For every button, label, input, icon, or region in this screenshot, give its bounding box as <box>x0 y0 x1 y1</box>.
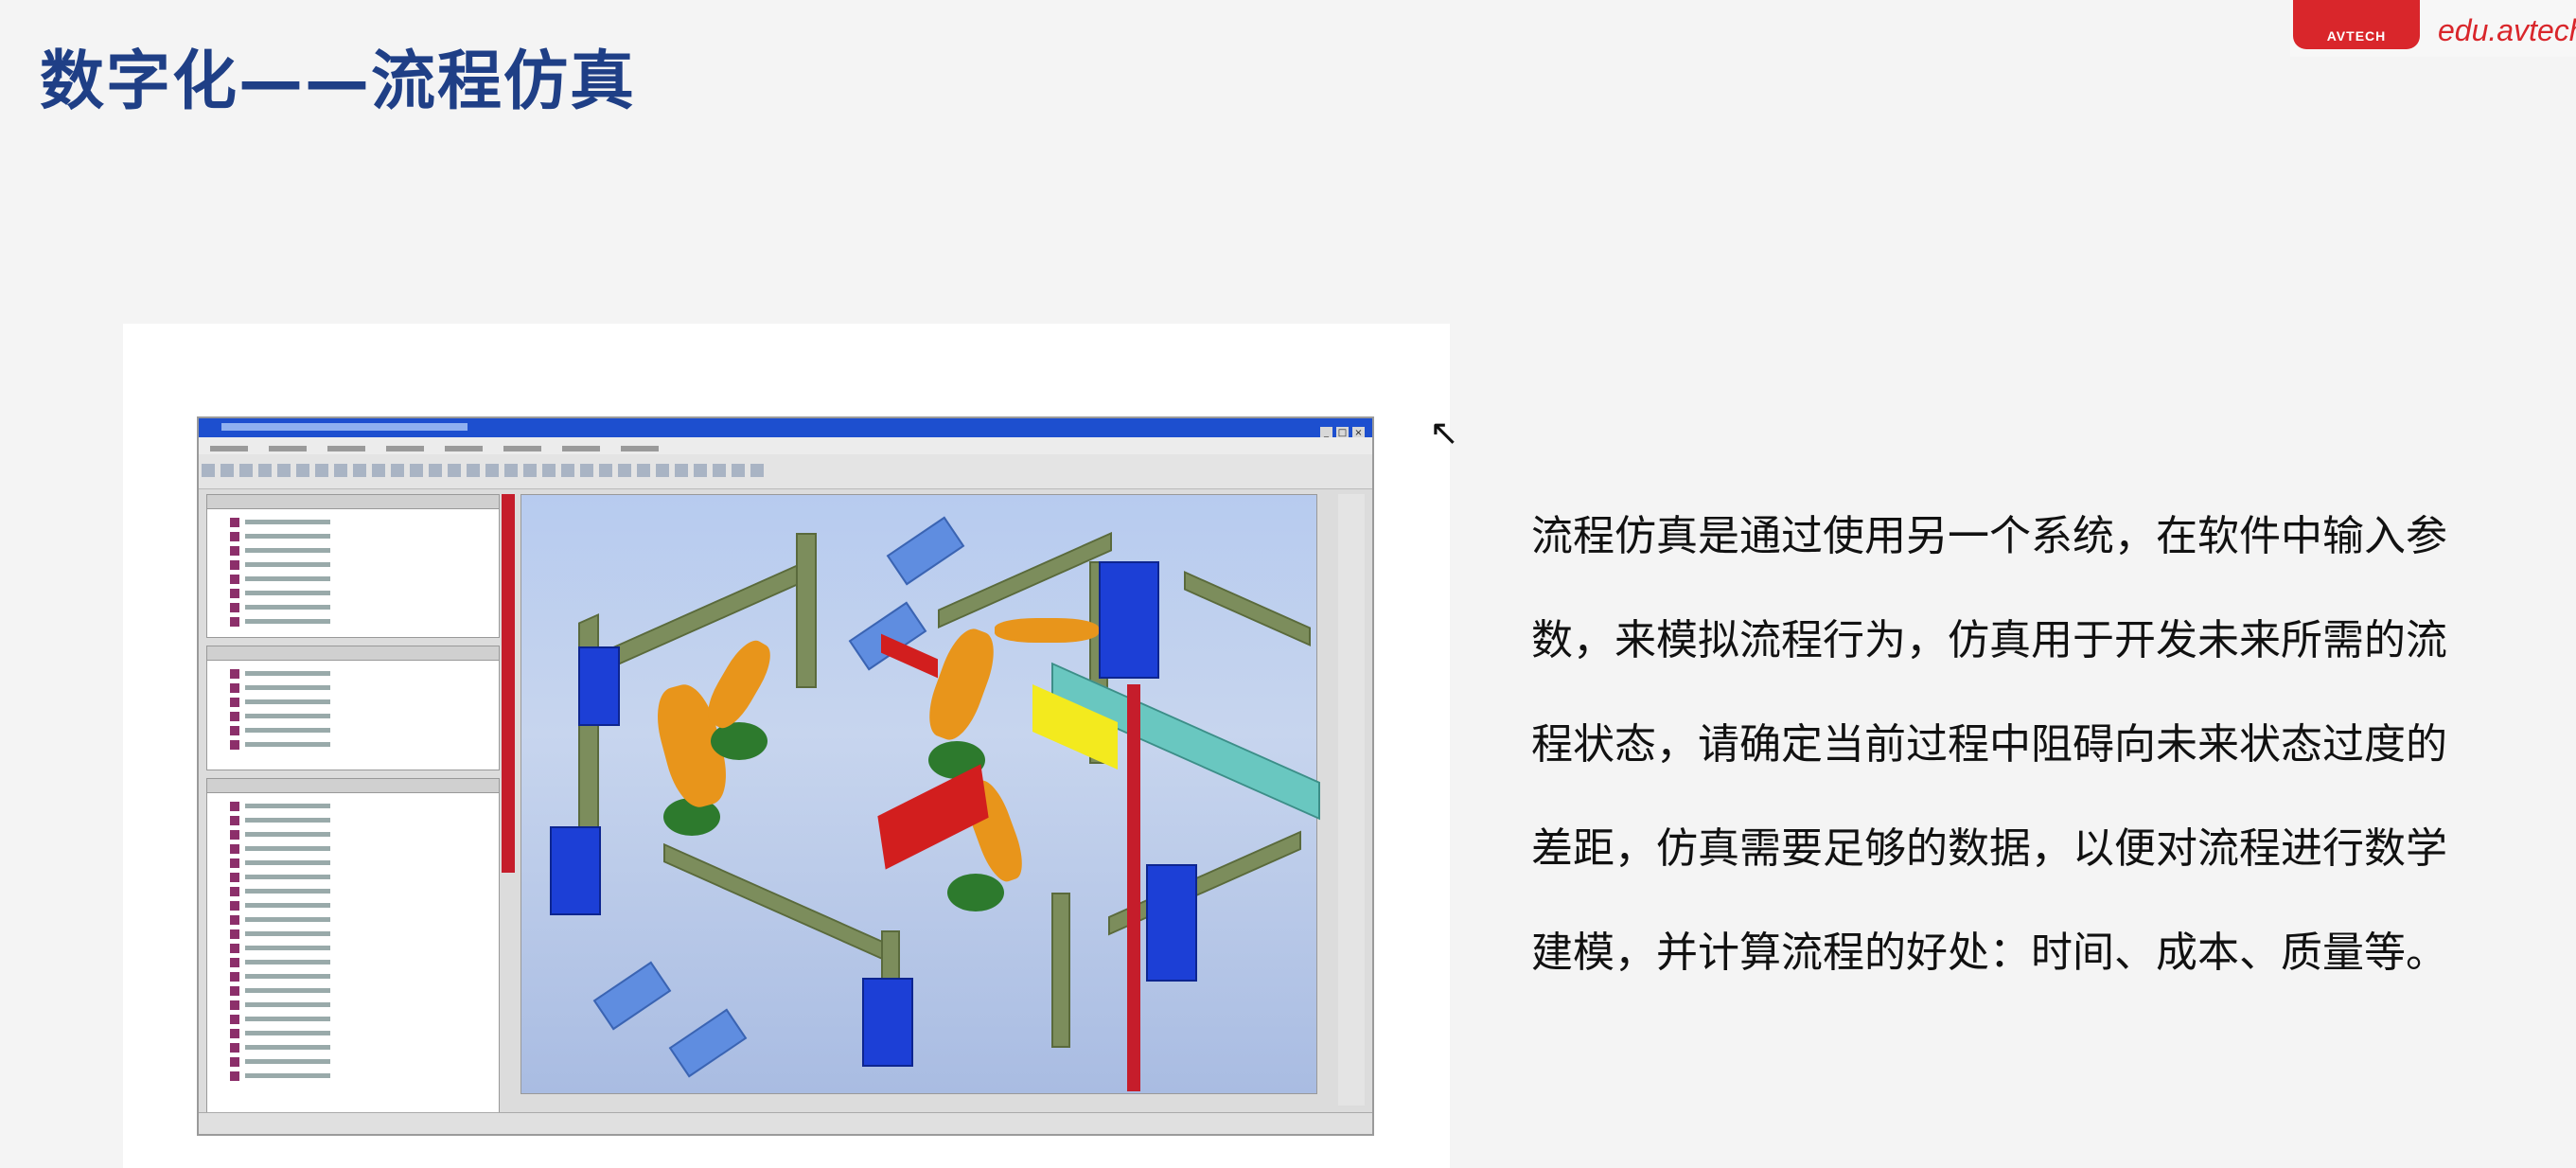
description-line: 程状态，请确定当前过程中阻碍向未来状态过度的 <box>1531 720 2447 769</box>
slide-title: 数字化——流程仿真 <box>40 44 637 119</box>
window-menubar <box>199 437 1372 454</box>
brand-logo: AVTECH edu.avtech <box>2290 0 2576 57</box>
pointer-arrow-icon: ↖ <box>1429 412 1459 453</box>
logo-badge: AVTECH <box>2293 0 2420 49</box>
logo-url: edu.avtech <box>2438 13 2576 47</box>
tree-panels <box>206 494 500 1128</box>
window-toolbar <box>199 454 1372 489</box>
window-titlebar: _ □ × <box>199 418 1372 439</box>
description-line: 数，来模拟流程行为，仿真用于开发未来所需的流 <box>1531 616 2447 664</box>
red-column <box>502 494 515 873</box>
3d-viewport <box>520 494 1320 1094</box>
description-line: 流程仿真是通过使用另一个系统，在软件中输入参 <box>1531 512 2447 560</box>
simulation-screenshot: _ □ × <box>197 416 1374 1136</box>
logo-badge-text: AVTECH <box>2326 28 2387 44</box>
description-text: 流程仿真是通过使用另一个系统，在软件中输入参 数，来模拟流程行为，仿真用于开发未… <box>1531 485 2478 1005</box>
right-toolbar <box>1338 494 1365 1106</box>
description-line: 差距，仿真需要足够的数据，以便对流程进行数学 <box>1531 824 2447 873</box>
window-statusbar <box>199 1112 1372 1134</box>
description-line: 建模，并计算流程的好处：时间、成本、质量等。 <box>1531 929 2447 977</box>
